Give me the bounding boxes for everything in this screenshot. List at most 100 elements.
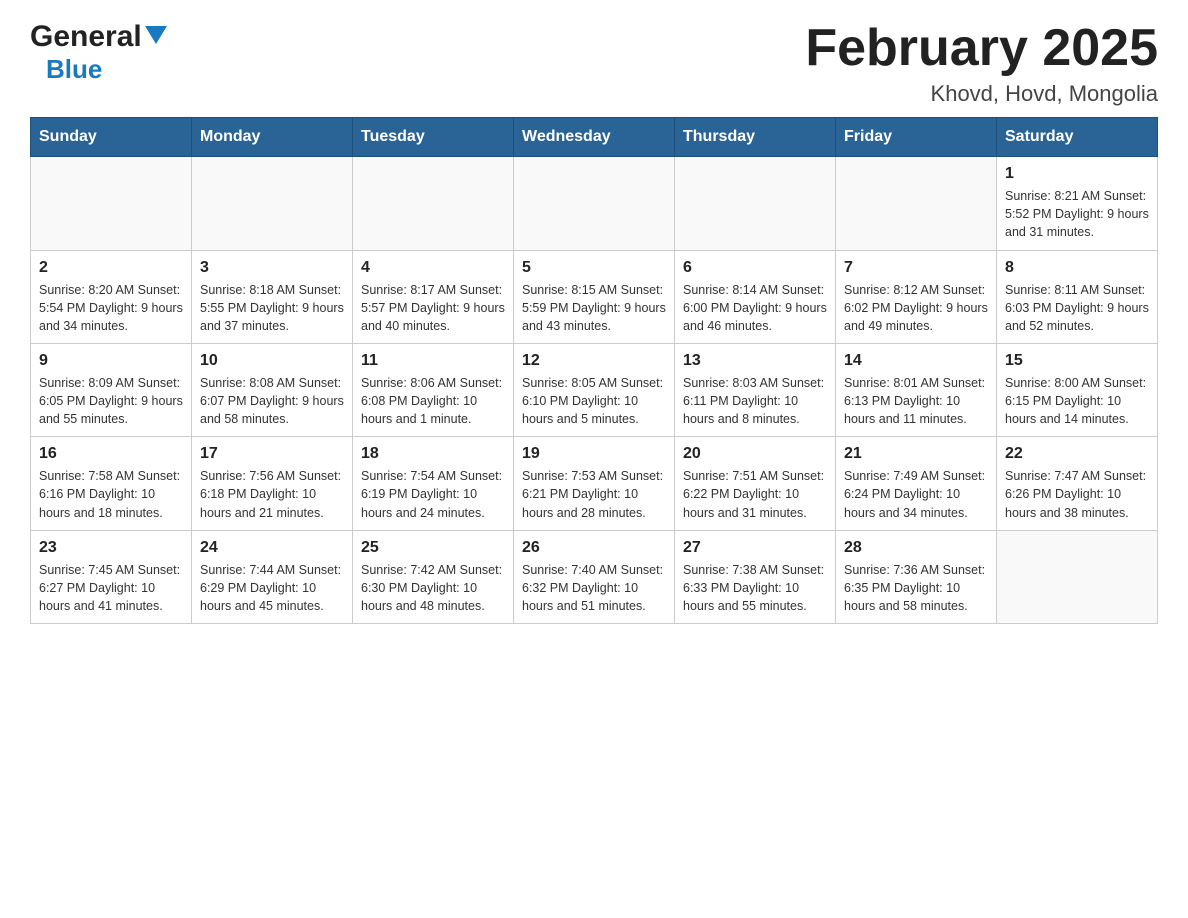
day-info: Sunrise: 8:08 AM Sunset: 6:07 PM Dayligh… — [200, 376, 344, 426]
day-info: Sunrise: 7:49 AM Sunset: 6:24 PM Dayligh… — [844, 469, 985, 519]
day-info: Sunrise: 7:58 AM Sunset: 6:16 PM Dayligh… — [39, 469, 180, 519]
day-number: 10 — [200, 352, 344, 370]
day-number: 12 — [522, 352, 666, 370]
day-number: 19 — [522, 445, 666, 463]
day-info: Sunrise: 7:44 AM Sunset: 6:29 PM Dayligh… — [200, 563, 341, 613]
table-row: 6Sunrise: 8:14 AM Sunset: 6:00 PM Daylig… — [675, 250, 836, 343]
table-row: 9 Sunrise: 8:09 AM Sunset: 6:05 PM Daylig… — [31, 343, 192, 436]
day-info: Sunrise: 7:38 AM Sunset: 6:33 PM Dayligh… — [683, 563, 824, 613]
day-info: Sunrise: 8:20 AM Sunset: 5:54 PM Dayligh… — [39, 283, 183, 333]
header-thursday: Thursday — [675, 118, 836, 157]
table-row — [353, 157, 514, 250]
logo-general-text: General — [30, 20, 142, 54]
day-info: Sunrise: 7:54 AM Sunset: 6:19 PM Dayligh… — [361, 469, 502, 519]
table-row: 26 Sunrise: 7:40 AM Sunset: 6:32 PM Dayli… — [514, 530, 675, 623]
header-friday: Friday — [836, 118, 997, 157]
table-row: 12 Sunrise: 8:05 AM Sunset: 6:10 PM Dayli… — [514, 343, 675, 436]
day-info: Sunrise: 8:00 AM Sunset: 6:15 PM Dayligh… — [1005, 376, 1146, 426]
table-row — [997, 530, 1158, 623]
day-number: 1 — [1005, 165, 1149, 183]
day-number: 28 — [844, 539, 988, 557]
day-info: Sunrise: 7:36 AM Sunset: 6:35 PM Dayligh… — [844, 563, 985, 613]
table-row: 5 Sunrise: 8:15 AM Sunset: 5:59 PM Daylig… — [514, 250, 675, 343]
day-info: Sunrise: 8:12 AM Sunset: 6:02 PM Dayligh… — [844, 283, 988, 333]
table-row: 18 Sunrise: 7:54 AM Sunset: 6:19 PM Dayli… — [353, 437, 514, 530]
table-row: 21 Sunrise: 7:49 AM Sunset: 6:24 PM Dayli… — [836, 437, 997, 530]
day-number: 21 — [844, 445, 988, 463]
table-row: 2 Sunrise: 8:20 AM Sunset: 5:54 PM Daylig… — [31, 250, 192, 343]
day-info: Sunrise: 7:51 AM Sunset: 6:22 PM Dayligh… — [683, 469, 824, 519]
table-row: 16 Sunrise: 7:58 AM Sunset: 6:16 PM Dayli… — [31, 437, 192, 530]
table-row: 24Sunrise: 7:44 AM Sunset: 6:29 PM Dayli… — [192, 530, 353, 623]
table-row: 25Sunrise: 7:42 AM Sunset: 6:30 PM Dayli… — [353, 530, 514, 623]
day-number: 22 — [1005, 445, 1149, 463]
day-number: 18 — [361, 445, 505, 463]
table-row — [31, 157, 192, 250]
day-number: 16 — [39, 445, 183, 463]
day-number: 3 — [200, 259, 344, 277]
table-row: 3Sunrise: 8:18 AM Sunset: 5:55 PM Daylig… — [192, 250, 353, 343]
day-info: Sunrise: 8:05 AM Sunset: 6:10 PM Dayligh… — [522, 376, 663, 426]
table-row: 14Sunrise: 8:01 AM Sunset: 6:13 PM Dayli… — [836, 343, 997, 436]
header-wednesday: Wednesday — [514, 118, 675, 157]
header-saturday: Saturday — [997, 118, 1158, 157]
header-monday: Monday — [192, 118, 353, 157]
table-row: 27 Sunrise: 7:38 AM Sunset: 6:33 PM Dayli… — [675, 530, 836, 623]
day-number: 8 — [1005, 259, 1149, 277]
day-info: Sunrise: 8:09 AM Sunset: 6:05 PM Dayligh… — [39, 376, 183, 426]
day-info: Sunrise: 7:56 AM Sunset: 6:18 PM Dayligh… — [200, 469, 341, 519]
table-row — [675, 157, 836, 250]
table-row: 22 Sunrise: 7:47 AM Sunset: 6:26 PM Dayli… — [997, 437, 1158, 530]
day-info: Sunrise: 8:17 AM Sunset: 5:57 PM Dayligh… — [361, 283, 505, 333]
calendar-week-row: 2 Sunrise: 8:20 AM Sunset: 5:54 PM Daylig… — [31, 250, 1158, 343]
day-info: Sunrise: 8:11 AM Sunset: 6:03 PM Dayligh… — [1005, 283, 1149, 333]
calendar-week-row: 23 Sunrise: 7:45 AM Sunset: 6:27 PM Dayli… — [31, 530, 1158, 623]
day-info: Sunrise: 8:03 AM Sunset: 6:11 PM Dayligh… — [683, 376, 824, 426]
day-info: Sunrise: 7:45 AM Sunset: 6:27 PM Dayligh… — [39, 563, 180, 613]
calendar-week-row: 16 Sunrise: 7:58 AM Sunset: 6:16 PM Dayli… — [31, 437, 1158, 530]
day-info: Sunrise: 8:14 AM Sunset: 6:00 PM Dayligh… — [683, 283, 827, 333]
logo-blue-text: Blue — [46, 54, 102, 84]
table-row: 7 Sunrise: 8:12 AM Sunset: 6:02 PM Daylig… — [836, 250, 997, 343]
header-sunday: Sunday — [31, 118, 192, 157]
calendar-table: Sunday Monday Tuesday Wednesday Thursday… — [30, 117, 1158, 624]
day-number: 23 — [39, 539, 183, 557]
day-info: Sunrise: 7:40 AM Sunset: 6:32 PM Dayligh… — [522, 563, 663, 613]
day-number: 13 — [683, 352, 827, 370]
day-number: 4 — [361, 259, 505, 277]
day-info: Sunrise: 8:15 AM Sunset: 5:59 PM Dayligh… — [522, 283, 666, 333]
page-header: General Blue February 2025 Khovd, Hovd, … — [30, 20, 1158, 107]
table-row: 13 Sunrise: 8:03 AM Sunset: 6:11 PM Dayli… — [675, 343, 836, 436]
day-number: 17 — [200, 445, 344, 463]
day-number: 2 — [39, 259, 183, 277]
day-number: 26 — [522, 539, 666, 557]
day-number: 27 — [683, 539, 827, 557]
calendar-week-row: 1 Sunrise: 8:21 AM Sunset: 5:52 PM Daylig… — [31, 157, 1158, 250]
table-row: 17 Sunrise: 7:56 AM Sunset: 6:18 PM Dayli… — [192, 437, 353, 530]
day-number: 20 — [683, 445, 827, 463]
day-number: 7 — [844, 259, 988, 277]
day-info: Sunrise: 7:47 AM Sunset: 6:26 PM Dayligh… — [1005, 469, 1146, 519]
table-row: 4 Sunrise: 8:17 AM Sunset: 5:57 PM Daylig… — [353, 250, 514, 343]
logo: General Blue — [30, 20, 167, 85]
table-row: 11 Sunrise: 8:06 AM Sunset: 6:08 PM Dayli… — [353, 343, 514, 436]
day-number: 5 — [522, 259, 666, 277]
day-number: 11 — [361, 352, 505, 370]
title-block: February 2025 Khovd, Hovd, Mongolia — [805, 20, 1158, 107]
table-row: 23 Sunrise: 7:45 AM Sunset: 6:27 PM Dayli… — [31, 530, 192, 623]
day-info: Sunrise: 7:42 AM Sunset: 6:30 PM Dayligh… — [361, 563, 502, 613]
table-row: 20 Sunrise: 7:51 AM Sunset: 6:22 PM Dayli… — [675, 437, 836, 530]
table-row — [836, 157, 997, 250]
table-row: 15 Sunrise: 8:00 AM Sunset: 6:15 PM Dayli… — [997, 343, 1158, 436]
header-tuesday: Tuesday — [353, 118, 514, 157]
day-number: 15 — [1005, 352, 1149, 370]
day-info: Sunrise: 8:21 AM Sunset: 5:52 PM Dayligh… — [1005, 189, 1149, 239]
day-info: Sunrise: 8:01 AM Sunset: 6:13 PM Dayligh… — [844, 376, 985, 426]
day-info: Sunrise: 8:06 AM Sunset: 6:08 PM Dayligh… — [361, 376, 502, 426]
calendar-week-row: 9 Sunrise: 8:09 AM Sunset: 6:05 PM Daylig… — [31, 343, 1158, 436]
day-number: 9 — [39, 352, 183, 370]
table-row: 1 Sunrise: 8:21 AM Sunset: 5:52 PM Daylig… — [997, 157, 1158, 250]
table-row — [192, 157, 353, 250]
day-info: Sunrise: 7:53 AM Sunset: 6:21 PM Dayligh… — [522, 469, 663, 519]
table-row: 10 Sunrise: 8:08 AM Sunset: 6:07 PM Dayli… — [192, 343, 353, 436]
